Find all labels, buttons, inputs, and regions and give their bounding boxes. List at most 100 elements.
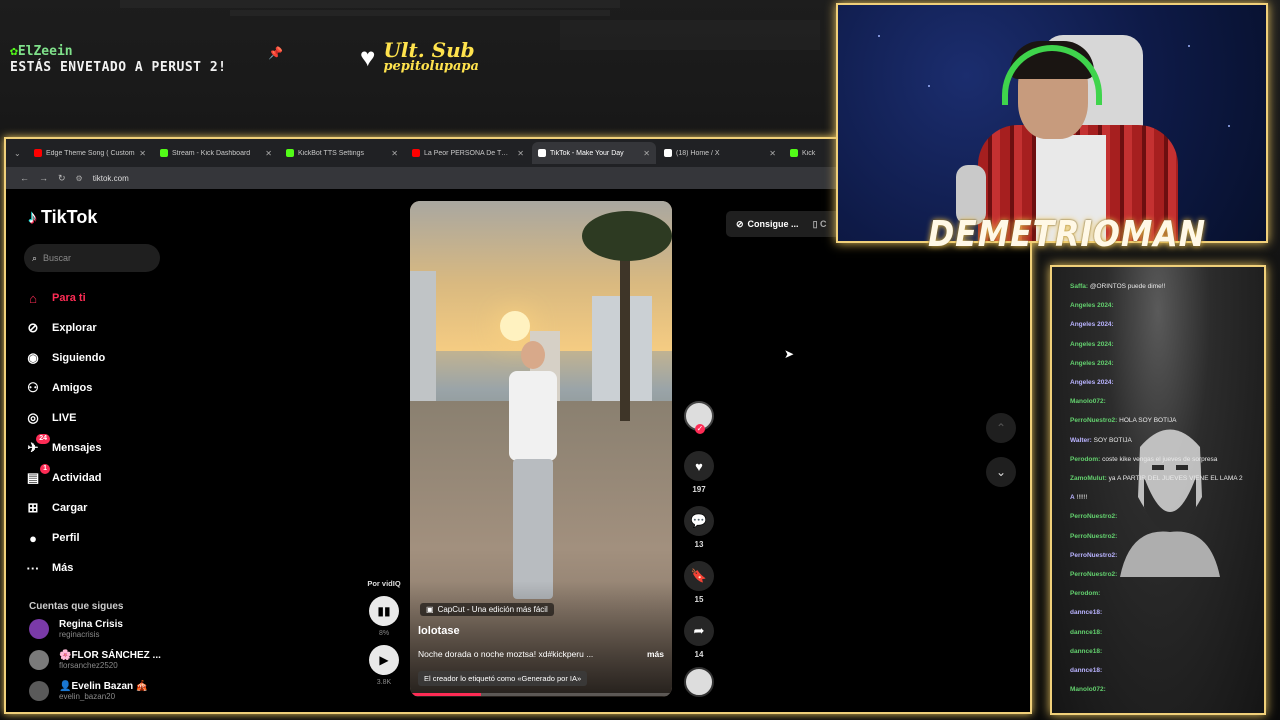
tab-menu-icon[interactable]: ⌄ (14, 149, 26, 158)
tab-favicon-icon (664, 149, 672, 157)
next-video-button[interactable]: ⌄ (986, 457, 1016, 487)
share-button[interactable]: ➦ (684, 616, 714, 646)
back-icon[interactable]: ← (20, 173, 29, 183)
sidebar-item-siguiendo[interactable]: ◉ Siguiendo (24, 343, 105, 373)
chat-message: Angeles 2024: (1070, 360, 1114, 367)
device-icon: ▯ C (812, 218, 827, 229)
music-disc[interactable] (684, 667, 714, 697)
reload-icon[interactable]: ↻ (58, 173, 66, 184)
more-icon: ··· (26, 560, 40, 576)
browser-tab[interactable]: La Peor PERSONA De TODO KI ✕ (406, 142, 530, 164)
play-button[interactable]: ▶ (369, 645, 399, 675)
vidiq-widget: Por vidIQ ▮▮ 8% ▶ 3.8K (366, 579, 402, 686)
chat-message: Perodom: (1070, 590, 1100, 597)
chat-user: dannce18: (1070, 628, 1103, 636)
bar-chart-icon: ▮▮ (377, 604, 391, 618)
save-button[interactable]: 🔖 (684, 561, 714, 591)
forward-icon[interactable]: → (39, 173, 48, 183)
tiktok-logo[interactable]: ♪ TikTok (28, 207, 97, 228)
share-count: 14 (694, 650, 704, 659)
sidebar-item-más[interactable]: ··· Más (24, 553, 105, 583)
sidebar-item-explorar[interactable]: ⊘ Explorar (24, 313, 105, 343)
following-account[interactable]: Regina Crisis reginacrisis (29, 619, 123, 639)
browser-tab[interactable]: Stream - Kick Dashboard ✕ (154, 142, 278, 164)
chat-message: dannce18: (1070, 667, 1102, 674)
sidebar-nav: ⌂ Para ti ⊘ Explorar ◉ Siguiendo ⚇ Amigos ◎ … (24, 283, 106, 583)
following-account[interactable]: 👤Evelin Bazan 🎪 evelin_bazan20 (29, 681, 148, 701)
live-icon: ◎ (27, 410, 39, 425)
sidebar-item-label: Perfil (52, 532, 80, 544)
chat-message: Angeles 2024: (1070, 379, 1114, 386)
sidebar-item-cargar[interactable]: ⊞ Cargar (24, 493, 105, 523)
video-description-text: Noche dorada o noche moztsa! xd#kickperu… (418, 649, 594, 659)
close-icon[interactable]: ✕ (769, 149, 776, 158)
sidebar-item-label: Mensajes (52, 442, 102, 454)
chat-user: dannce18: (1070, 667, 1103, 674)
chat-user: Walter: (1070, 436, 1092, 444)
close-icon[interactable]: ✕ (391, 149, 398, 158)
sidebar-item-mensajes[interactable]: ✈ 24 Mensajes (24, 433, 105, 463)
chat-text: SOY BOTIJA (1093, 436, 1132, 444)
save-count: 15 (694, 595, 704, 604)
browser-tab[interactable]: TikTok - Make Your Day ✕ (532, 142, 656, 164)
get-app-button[interactable]: ⊘ Consigue ... ▯ C (726, 211, 846, 237)
video-progress-fill (410, 693, 481, 696)
notification-badge: 24 (36, 434, 50, 444)
share-icon: ➦ (693, 623, 705, 638)
capcut-label[interactable]: ▣ CapCut - Una edición más fácil (420, 603, 554, 616)
tiktok-page: ♪ TikTok ⌕ Buscar ⌂ Para ti ⊘ Explorar ◉ S… (6, 189, 1030, 712)
chat-message: dannce18: (1070, 648, 1102, 655)
video-player[interactable]: ▣ CapCut - Una edición más fácil lolotas… (410, 201, 672, 697)
chat-message: dannce18: (1070, 609, 1102, 616)
heart-icon: ♥ (695, 458, 703, 474)
chat-message: dannce18: (1070, 629, 1102, 636)
chat-user: PerroNuestro2: (1070, 571, 1118, 578)
chat-message: Walter: SOY BOTIJA (1070, 437, 1132, 444)
previous-video-button[interactable]: ⌃ (986, 413, 1016, 443)
browser-tab[interactable]: (18) Home / X ✕ (658, 142, 782, 164)
avatar (29, 619, 49, 639)
tiktok-note-icon: ♪ (28, 207, 37, 227)
ceiling-beam (230, 10, 610, 16)
creator-avatar[interactable]: ✓ (684, 401, 714, 434)
sidebar-item-perfil[interactable]: ● Perfil (24, 523, 105, 553)
following-title: Cuentas que sigues (29, 601, 124, 612)
chat-message: PerroNuestro2: HOLA SOY BOTIJA (1070, 417, 1176, 424)
following-avatar-icon: ◉ (27, 350, 39, 365)
chat-message: Saffa: @ORINTOS puede dime!! (1070, 283, 1165, 290)
browser-tab[interactable]: KickBot TTS Settings ✕ (280, 142, 404, 164)
url-field[interactable]: tiktok.com (93, 174, 129, 183)
site-settings-icon[interactable]: ⚙ (76, 174, 83, 183)
close-icon[interactable]: ✕ (643, 149, 650, 158)
search-input[interactable]: ⌕ Buscar (24, 244, 160, 272)
chat-user: PerroNuestro2: (1070, 417, 1118, 425)
tab-title: KickBot TTS Settings (298, 149, 365, 157)
sidebar-item-label: Más (52, 562, 74, 574)
close-icon[interactable]: ✕ (517, 149, 524, 158)
close-icon[interactable]: ✕ (139, 149, 146, 158)
comment-button[interactable]: 💬 (684, 506, 714, 536)
play-icon: ▶ (379, 653, 389, 667)
following-account[interactable]: 🌸FLOR SÁNCHEZ ... florsanchez2520 (29, 650, 161, 670)
sidebar-item-amigos[interactable]: ⚇ Amigos (24, 373, 105, 403)
like-button[interactable]: ♥ (684, 451, 714, 481)
sidebar-item-live[interactable]: ◎ LIVE (24, 403, 105, 433)
chat-message: Angeles 2024: (1070, 302, 1114, 309)
chat-user: Angeles 2024: (1070, 340, 1114, 348)
video-building (410, 271, 436, 401)
video-progress[interactable] (410, 693, 672, 696)
chat-user: dannce18: (1070, 647, 1103, 655)
close-icon[interactable]: ✕ (265, 149, 272, 158)
vidiq-stats-button[interactable]: ▮▮ (369, 596, 399, 626)
chat-user: Angeles 2024: (1070, 321, 1114, 329)
sidebar-item-para-ti[interactable]: ⌂ Para ti (24, 283, 105, 313)
tab-title: TikTok - Make Your Day (550, 149, 624, 157)
video-username[interactable]: lolotase (418, 625, 460, 637)
comment-count: 13 (694, 540, 704, 549)
tiktok-wordmark: TikTok (41, 207, 98, 227)
more-link[interactable]: más (647, 649, 664, 659)
browser-tab[interactable]: Edge Theme Song ( Custom ✕ (28, 142, 152, 164)
sidebar-item-actividad[interactable]: ▤ 1 Actividad (24, 463, 105, 493)
chat-text: !!!!!! (1076, 494, 1088, 502)
follow-plus-icon[interactable]: ✓ (695, 424, 705, 434)
